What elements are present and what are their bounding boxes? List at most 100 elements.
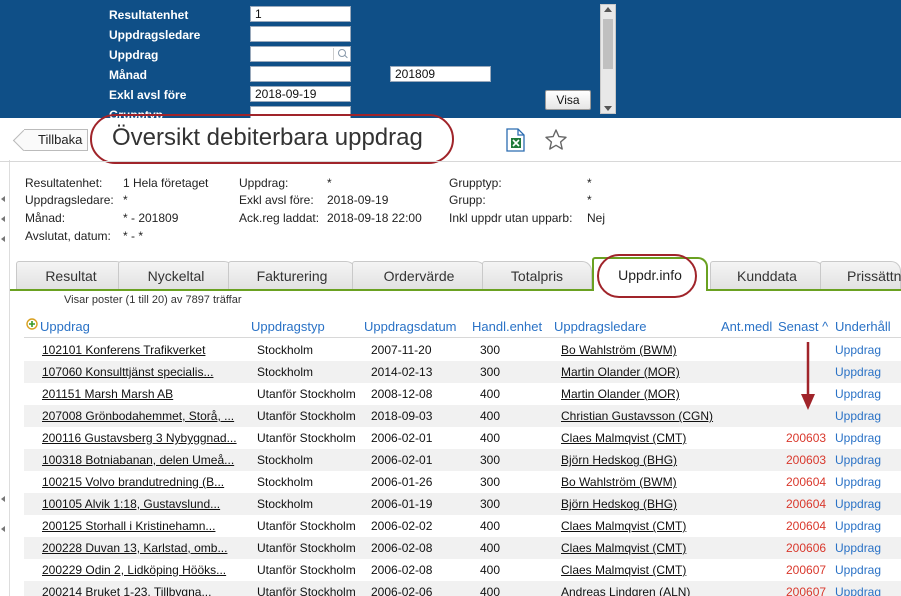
exkl-avsl-fore-input[interactable]: 2018-09-19	[250, 86, 351, 102]
col-header-handl-enhet[interactable]: Handl.enhet	[472, 319, 542, 334]
summary-label: Avslutat, datum:	[25, 229, 111, 243]
cell-uppdragsdatum: 2006-02-06	[371, 585, 433, 596]
col-header-uppdragsdatum[interactable]: Uppdragsdatum	[364, 319, 457, 334]
cell-uppdragsledare[interactable]: Bo Wahlström (BWM)	[561, 475, 721, 489]
cell-uppdrag[interactable]: 107060 Konsulttjänst specialis...	[42, 365, 248, 379]
search-icon[interactable]	[333, 48, 349, 60]
cell-senast: 200603	[786, 431, 827, 445]
cell-uppdragstyp: Stockholm	[257, 453, 314, 467]
cell-uppdrag[interactable]: 207008 Grönbodahemmet, Storå, ...	[42, 409, 248, 423]
table-row[interactable]: 100215 Volvo brandutredning (B... Stockho…	[24, 471, 901, 493]
cell-uppdrag[interactable]: 200214 Bruket 1-23, Tillbygna...	[42, 585, 248, 596]
cell-uppdragsledare[interactable]: Andreas Lindgren (ALN)	[561, 585, 721, 596]
excel-export-icon[interactable]	[504, 128, 526, 152]
cell-uppdragsledare[interactable]: Björn Hedskog (BHG)	[561, 497, 721, 511]
table-row[interactable]: 200214 Bruket 1-23, Tillbygna... Utanför …	[24, 581, 901, 596]
tab-totalpris[interactable]: Totalpris	[482, 261, 592, 289]
scroll-thumb[interactable]	[603, 19, 613, 69]
table-row[interactable]: 200116 Gustavsberg 3 Nybyggnad... Utanför…	[24, 427, 901, 449]
cell-senast: 200604	[786, 497, 827, 511]
cell-underhall[interactable]: Uppdrag	[835, 431, 901, 445]
cell-underhall[interactable]: Uppdrag	[835, 541, 901, 555]
cell-uppdrag[interactable]: 200229 Odin 2, Lidköping Hööks...	[42, 563, 248, 577]
col-header-underhall[interactable]: Underhåll	[835, 319, 891, 334]
collapse-arrow-icon[interactable]	[1, 236, 5, 242]
tab-resultat[interactable]: Resultat	[16, 261, 126, 289]
table-row[interactable]: 100318 Botniabanan, delen Umeå... Stockho…	[24, 449, 901, 471]
visa-button[interactable]: Visa	[545, 90, 591, 110]
cell-uppdragsledare[interactable]: Martin Olander (MOR)	[561, 387, 721, 401]
manad-to-input[interactable]: 201809	[390, 66, 491, 82]
col-header-uppdragstyp[interactable]: Uppdragstyp	[251, 319, 325, 334]
uppdrag-label: Uppdrag	[109, 48, 159, 62]
records-info: Visar poster (1 till 20) av 7897 träffar	[64, 294, 242, 306]
back-button[interactable]: Tillbaka	[24, 129, 88, 151]
cell-underhall[interactable]: Uppdrag	[835, 519, 901, 533]
uppdrag-input[interactable]	[250, 46, 351, 62]
cell-underhall[interactable]: Uppdrag	[835, 585, 901, 596]
cell-uppdragstyp: Utanför Stockholm	[257, 563, 356, 577]
uppdragsledare-input[interactable]	[250, 26, 351, 42]
table-row[interactable]: 200125 Storhall i Kristinehamn... Utanför…	[24, 515, 901, 537]
collapse-arrow-icon[interactable]	[1, 216, 5, 222]
table-row[interactable]: 102101 Konferens Trafikverket Stockholm 20…	[24, 339, 901, 361]
cell-uppdragsledare[interactable]: Martin Olander (MOR)	[561, 365, 721, 379]
cell-handl-enhet: 400	[480, 387, 501, 401]
cell-underhall[interactable]: Uppdrag	[835, 365, 901, 379]
cell-underhall[interactable]: Uppdrag	[835, 453, 901, 467]
cell-underhall[interactable]: Uppdrag	[835, 475, 901, 489]
cell-underhall[interactable]: Uppdrag	[835, 343, 901, 357]
cell-uppdrag[interactable]: 200116 Gustavsberg 3 Nybyggnad...	[42, 431, 248, 445]
col-header-senast[interactable]: Senast ^	[778, 319, 828, 334]
uppdragsledare-label: Uppdragsledare	[109, 28, 201, 42]
left-gutter	[0, 160, 10, 596]
collapse-arrow-icon[interactable]	[1, 526, 5, 532]
table-row[interactable]: 207008 Grönbodahemmet, Storå, ... Utanför…	[24, 405, 901, 427]
favorite-star-icon[interactable]	[544, 128, 568, 152]
collapse-arrow-icon[interactable]	[1, 496, 5, 502]
table-row[interactable]: 201151 Marsh Marsh AB Utanför Stockholm 20…	[24, 383, 901, 405]
cell-uppdragstyp: Stockholm	[257, 365, 314, 379]
cell-underhall[interactable]: Uppdrag	[835, 387, 901, 401]
resultatenhet-input[interactable]: 1	[250, 6, 351, 22]
tab-fakturering[interactable]: Fakturering	[228, 261, 356, 289]
table-row[interactable]: 200228 Duvan 13, Karlstad, omb... Utanför…	[24, 537, 901, 559]
cell-uppdragsledare[interactable]: Claes Malmqvist (CMT)	[561, 541, 721, 555]
tab-nyckeltal[interactable]: Nyckeltal	[118, 261, 234, 289]
table-row[interactable]: 100105 Alvik 1:18, Gustavslund... Stockho…	[24, 493, 901, 515]
cell-uppdragsledare[interactable]: Bo Wahlström (BWM)	[561, 343, 721, 357]
filter-scrollbar[interactable]	[600, 4, 616, 114]
table-row[interactable]: 107060 Konsulttjänst specialis... Stockho…	[24, 361, 901, 383]
cell-underhall[interactable]: Uppdrag	[835, 497, 901, 511]
cell-uppdrag[interactable]: 100318 Botniabanan, delen Umeå...	[42, 453, 248, 467]
cell-uppdragsledare[interactable]: Claes Malmqvist (CMT)	[561, 431, 721, 445]
collapse-arrow-icon[interactable]	[1, 196, 5, 202]
table-row[interactable]: 200229 Odin 2, Lidköping Hööks... Utanför…	[24, 559, 901, 581]
scroll-down-icon[interactable]	[604, 106, 612, 111]
cell-uppdrag[interactable]: 200125 Storhall i Kristinehamn...	[42, 519, 248, 533]
cell-uppdrag[interactable]: 102101 Konferens Trafikverket	[42, 343, 248, 357]
col-header-ant-medl[interactable]: Ant.medl	[721, 319, 772, 334]
resultatenhet-label: Resultatenhet	[109, 8, 189, 22]
cell-underhall[interactable]: Uppdrag	[835, 409, 901, 423]
summary-value: *	[327, 176, 332, 190]
tab-ordervarde[interactable]: Ordervärde	[352, 261, 486, 289]
col-header-uppdrag[interactable]: Uppdrag	[40, 319, 90, 334]
tab-prissattning[interactable]: Prissättn	[820, 261, 901, 289]
add-column-icon[interactable]	[26, 318, 38, 330]
cell-uppdragsledare[interactable]: Christian Gustavsson (CGN)	[561, 409, 721, 423]
cell-uppdragsledare[interactable]: Claes Malmqvist (CMT)	[561, 563, 721, 577]
cell-uppdrag[interactable]: 100105 Alvik 1:18, Gustavslund...	[42, 497, 248, 511]
cell-uppdrag[interactable]: 201151 Marsh Marsh AB	[42, 387, 248, 401]
cell-uppdragsledare[interactable]: Björn Hedskog (BHG)	[561, 453, 721, 467]
summary-label: Ack.reg laddat:	[239, 211, 320, 225]
col-header-uppdragsledare[interactable]: Uppdragsledare	[554, 319, 647, 334]
cell-underhall[interactable]: Uppdrag	[835, 563, 901, 577]
cell-senast: 200604	[786, 475, 827, 489]
cell-uppdragsledare[interactable]: Claes Malmqvist (CMT)	[561, 519, 721, 533]
manad-from-input[interactable]	[250, 66, 351, 82]
scroll-up-icon[interactable]	[604, 7, 612, 12]
cell-uppdrag[interactable]: 100215 Volvo brandutredning (B...	[42, 475, 248, 489]
tab-kunddata[interactable]: Kunddata	[710, 261, 824, 289]
cell-uppdrag[interactable]: 200228 Duvan 13, Karlstad, omb...	[42, 541, 248, 555]
